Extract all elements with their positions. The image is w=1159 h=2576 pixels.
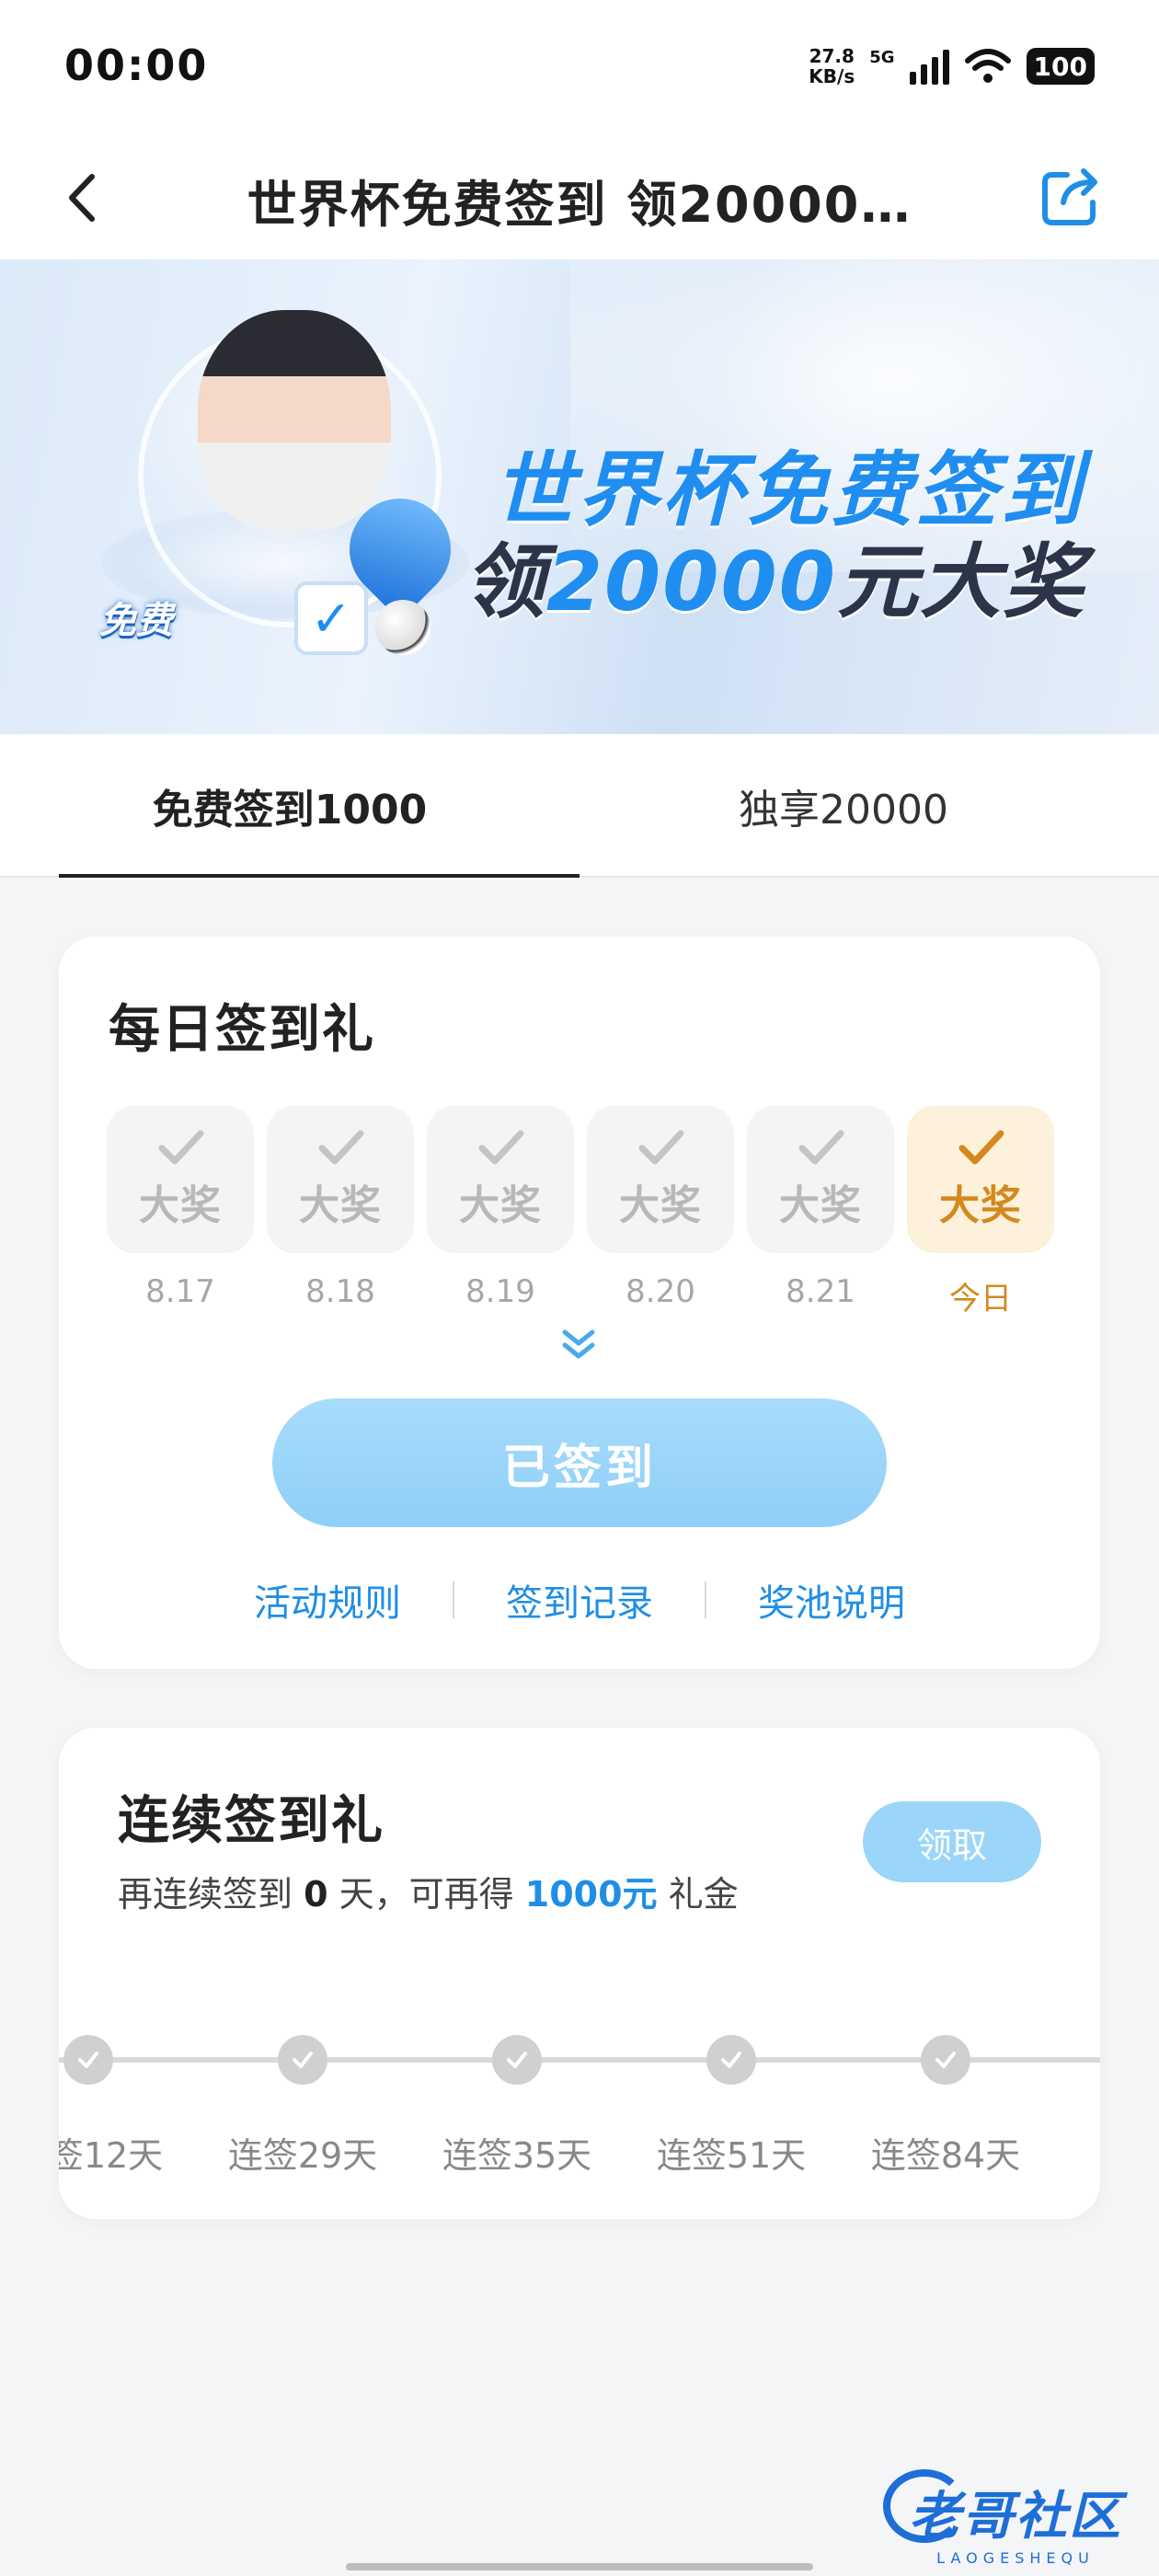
tab-active-indicator <box>59 874 580 878</box>
network-type: 5G <box>869 47 895 67</box>
day-prize: 大奖 <box>619 1182 702 1229</box>
milestone-label: 连签12天 <box>59 2135 164 2176</box>
status-icons: 27.8 KB/s 5G 100 <box>809 46 1095 86</box>
check-icon <box>638 1130 684 1165</box>
check-icon <box>798 1130 844 1165</box>
day-date: 8.21 <box>786 1273 855 1310</box>
day-item: 大奖 8.21 <box>747 1106 894 1318</box>
day-prize: 大奖 <box>939 1182 1022 1229</box>
network-speed-value: 27.8 <box>809 45 855 67</box>
milestone-label: 连签84天 <box>870 2135 1021 2176</box>
milestone-check-icon <box>706 2035 756 2085</box>
desc-amount: 1000元 <box>524 1874 658 1915</box>
network-speed: 27.8 KB/s <box>809 46 855 86</box>
milestone-check-icon <box>921 2035 970 2085</box>
watermark-swoosh <box>883 2469 966 2543</box>
milestone-label: 连签29天 <box>227 2135 378 2176</box>
signal-icon <box>909 48 949 85</box>
watermark-logo: 老哥社区 LAOGESHEQU <box>883 2469 1122 2567</box>
day-item: 大奖 8.20 <box>587 1106 734 1318</box>
soccer-ball-icon <box>375 600 430 655</box>
network-speed-unit: KB/s <box>809 65 855 87</box>
info-links: 活动规则 签到记录 奖池说明 <box>59 1573 1100 1627</box>
desc-mid: 天，可再得 <box>339 1874 514 1915</box>
desc-suffix: 礼金 <box>668 1874 739 1915</box>
day-date-today: 今日 <box>949 1281 1012 1317</box>
home-indicator[interactable] <box>346 2563 813 2570</box>
day-prize: 大奖 <box>779 1182 862 1229</box>
day-item: 大奖 8.19 <box>427 1106 574 1318</box>
day-box: 大奖 <box>747 1106 894 1253</box>
banner-prefix: 领 <box>463 535 546 629</box>
prize-pool-link[interactable]: 奖池说明 <box>706 1573 957 1627</box>
continuous-signin-title: 连续签到礼 <box>118 1791 384 1851</box>
day-date: 8.17 <box>145 1273 215 1310</box>
day-date: 8.19 <box>465 1273 535 1310</box>
signin-records-link[interactable]: 签到记录 <box>454 1573 705 1627</box>
activity-rules-link[interactable]: 活动规则 <box>202 1573 453 1627</box>
desc-days: 0 <box>304 1874 328 1915</box>
tab-bar: 免费签到1000 独享20000 <box>0 734 1159 878</box>
daily-signin-card: 每日签到礼 大奖 8.17 大奖 8.18 大奖 8.19 大奖 8.20 大奖… <box>59 937 1100 1669</box>
calendar-check-icon: ✓ <box>294 581 368 655</box>
day-box: 大奖 <box>427 1106 574 1253</box>
share-icon[interactable] <box>1036 162 1106 232</box>
banner-model-image <box>198 310 391 531</box>
check-icon <box>478 1130 524 1165</box>
banner-badge: 免费 <box>99 600 173 642</box>
back-arrow-icon[interactable] <box>57 166 112 230</box>
signed-in-button[interactable]: 已签到 <box>272 1398 887 1527</box>
nav-bar: 世界杯免费签到 领20000… <box>0 138 1159 259</box>
day-prize: 大奖 <box>459 1182 542 1229</box>
check-icon <box>318 1130 364 1165</box>
chevron-double-down-icon[interactable] <box>556 1321 602 1367</box>
status-bar: 00:00 27.8 KB/s 5G 100 <box>0 0 1159 138</box>
milestone-check-icon <box>492 2035 542 2085</box>
battery-indicator: 100 <box>1026 48 1095 85</box>
banner-subheadline: 领20000元大奖 <box>464 517 1085 634</box>
day-date: 8.18 <box>305 1273 375 1310</box>
tab-free-signin[interactable]: 免费签到1000 <box>0 734 580 878</box>
milestone-label: 连签51天 <box>656 2135 807 2176</box>
day-prize: 大奖 <box>299 1182 382 1229</box>
day-box-today: 大奖 <box>907 1106 1054 1253</box>
check-icon <box>158 1130 204 1165</box>
day-box: 大奖 <box>267 1106 414 1253</box>
tab-exclusive[interactable]: 独享20000 <box>554 734 1133 878</box>
continuous-signin-desc: 再连续签到 0 天，可再得 1000元 礼金 <box>118 1866 739 1916</box>
banner-suffix: 元大奖 <box>836 535 1085 629</box>
check-icon <box>958 1130 1004 1165</box>
milestone-label: 连签35天 <box>442 2135 592 2176</box>
claim-button[interactable]: 领取 <box>863 1801 1041 1882</box>
wifi-icon <box>964 49 1011 83</box>
page-title: 世界杯免费签到 领20000… <box>247 176 912 234</box>
desc-prefix: 再连续签到 <box>118 1874 293 1915</box>
day-item-today: 大奖 今日 <box>907 1106 1054 1318</box>
day-prize: 大奖 <box>139 1182 222 1229</box>
day-item: 大奖 8.17 <box>107 1106 254 1318</box>
day-box: 大奖 <box>587 1106 734 1253</box>
day-list: 大奖 8.17 大奖 8.18 大奖 8.19 大奖 8.20 大奖 8.21 … <box>107 1106 1054 1318</box>
day-item: 大奖 8.18 <box>267 1106 414 1318</box>
banner-amount: 20000 <box>545 535 837 629</box>
day-date: 8.20 <box>625 1273 695 1310</box>
day-box: 大奖 <box>107 1106 254 1253</box>
daily-signin-title: 每日签到礼 <box>109 1000 375 1060</box>
watermark-subtext: LAOGESHEQU <box>936 2549 1095 2567</box>
milestone-check-icon <box>278 2035 327 2085</box>
milestone-check-icon <box>63 2035 113 2085</box>
promo-banner: ✓ 免费 世界杯免费签到 领20000元大奖 <box>0 259 1159 734</box>
continuous-signin-card: 连续签到礼 再连续签到 0 天，可再得 1000元 礼金 领取 连签12天 连签… <box>59 1728 1100 2219</box>
status-time: 00:00 <box>64 40 209 90</box>
